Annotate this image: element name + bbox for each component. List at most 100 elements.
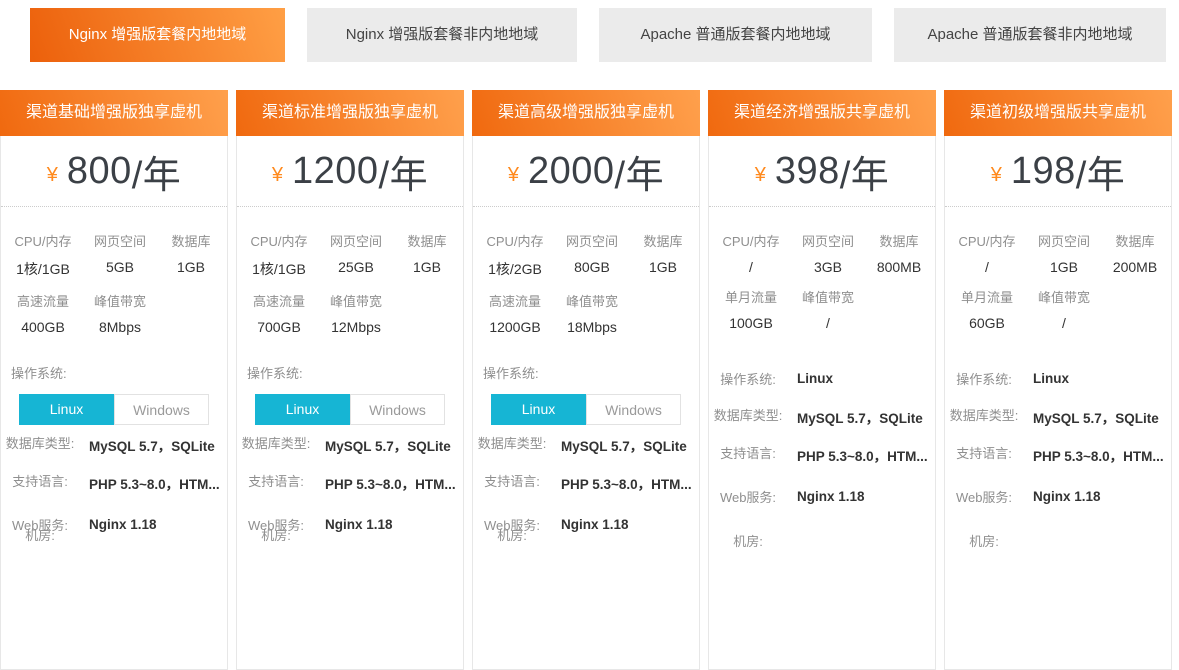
currency-symbol: ¥ — [991, 164, 1002, 187]
detail-value: PHP 5.3~8.0，HTM... — [1023, 445, 1171, 465]
detail-label: 机房: — [945, 533, 1023, 551]
os-option-linux[interactable]: Linux — [19, 394, 114, 425]
detail-row: 机房: — [709, 533, 935, 551]
currency-symbol: ¥ — [272, 164, 283, 187]
price-amount: 398 — [775, 150, 840, 193]
os-option-windows[interactable]: Windows — [586, 394, 681, 425]
tab-nginx-enhanced-mainland[interactable]: Nginx 增强版套餐内地地域 — [30, 8, 285, 62]
spec-value: 60GB — [951, 315, 1023, 331]
currency-symbol: ¥ — [508, 164, 519, 187]
detail-label: 机房: — [473, 527, 551, 545]
spec-grid: CPU/内存/ 网页空间3GB 数据库800MB 单月流量100GB 峰值带宽/ — [709, 207, 935, 357]
os-toggle: Linux Windows — [19, 394, 227, 425]
spec-value: 3GB — [787, 259, 869, 275]
plan-title: 渠道经济增强版共享虚机 — [708, 90, 936, 136]
spec-value: 800MB — [869, 259, 929, 275]
price-suffix: /年 — [379, 144, 429, 199]
spec-value: / — [787, 315, 869, 331]
spec-value: 1200GB — [479, 319, 551, 335]
tab-apache-standard-mainland[interactable]: Apache 普通版套餐内地地域 — [599, 8, 872, 62]
detail-value: Nginx 1.18 — [79, 517, 227, 532]
detail-value: MySQL 5.7，SQLite — [1023, 407, 1171, 427]
detail-value: PHP 5.3~8.0，HTM... — [787, 445, 935, 465]
spec-value: 80GB — [551, 259, 633, 275]
detail-row: 支持语言: PHP 5.3~8.0，HTM... — [473, 473, 699, 493]
spec-value: 700GB — [243, 319, 315, 335]
plan-title: 渠道标准增强版独享虚机 — [236, 90, 464, 136]
os-toggle: Linux Windows — [491, 394, 699, 425]
spec-value: 1GB — [397, 259, 457, 275]
detail-label: 数据库类型: — [1, 435, 79, 453]
detail-value: PHP 5.3~8.0，HTM... — [551, 473, 699, 493]
os-option-linux[interactable]: Linux — [255, 394, 350, 425]
detail-label: 数据库类型: — [709, 407, 787, 425]
spec-label: 数据库 — [161, 231, 221, 250]
detail-row: 机房: — [945, 533, 1171, 551]
detail-row: 支持语言: PHP 5.3~8.0，HTM... — [1, 473, 227, 493]
spec-label: 单月流量 — [951, 287, 1023, 306]
spec-value: 1核/2GB — [479, 259, 551, 279]
detail-label: 支持语言: — [709, 445, 787, 463]
detail-label: 支持语言: — [945, 445, 1023, 463]
detail-label: Web服务: — [945, 489, 1023, 507]
spec-value: 1核/1GB — [243, 259, 315, 279]
plan-card-standard: 渠道标准增强版独享虚机 ¥ 1200 /年 CPU/内存1核/1GB 网页空间2… — [236, 90, 464, 670]
os-label: 操作系统: — [237, 363, 463, 382]
spec-label: 网页空间 — [787, 231, 869, 250]
os-row: 操作系统: Linux — [945, 371, 1171, 389]
plan-price: ¥ 198 /年 — [945, 136, 1171, 207]
plan-title: 渠道高级增强版独享虚机 — [472, 90, 700, 136]
plan-title: 渠道基础增强版独享虚机 — [0, 90, 228, 136]
detail-label: 机房: — [237, 527, 315, 545]
spec-value: / — [951, 259, 1023, 275]
detail-value: MySQL 5.7，SQLite — [551, 435, 699, 455]
spec-value: 1GB — [1023, 259, 1105, 275]
tab-nginx-enhanced-overseas[interactable]: Nginx 增强版套餐非内地地域 — [307, 8, 577, 62]
spec-label: 单月流量 — [715, 287, 787, 306]
plan-card-advanced: 渠道高级增强版独享虚机 ¥ 2000 /年 CPU/内存1核/2GB 网页空间8… — [472, 90, 700, 670]
os-value: Linux — [787, 371, 935, 386]
detail-value: MySQL 5.7，SQLite — [315, 435, 463, 455]
detail-value: Nginx 1.18 — [787, 489, 935, 504]
plan-price: ¥ 1200 /年 — [237, 136, 463, 207]
spec-label: 高速流量 — [243, 291, 315, 310]
spec-value: 1核/1GB — [7, 259, 79, 279]
currency-symbol: ¥ — [47, 164, 58, 187]
price-suffix: /年 — [615, 144, 665, 199]
price-amount: 1200 — [292, 150, 379, 193]
spec-label: 峰值带宽 — [315, 291, 397, 310]
spec-value: 200MB — [1105, 259, 1165, 275]
detail-label: 数据库类型: — [237, 435, 315, 453]
detail-row: 数据库类型: MySQL 5.7，SQLite — [473, 435, 699, 455]
spec-label: CPU/内存 — [951, 231, 1023, 250]
spec-value: 25GB — [315, 259, 397, 275]
tab-apache-standard-overseas[interactable]: Apache 普通版套餐非内地地域 — [894, 8, 1166, 62]
price-amount: 198 — [1011, 150, 1076, 193]
spec-value: / — [715, 259, 787, 275]
currency-symbol: ¥ — [755, 164, 766, 187]
spec-value: 12Mbps — [315, 319, 397, 335]
spec-value: 1GB — [633, 259, 693, 275]
pricing-tabs: Nginx 增强版套餐内地地域 Nginx 增强版套餐非内地地域 Apache … — [30, 8, 1166, 62]
spec-value: 400GB — [7, 319, 79, 335]
os-label: 操作系统: — [473, 363, 699, 382]
os-option-windows[interactable]: Windows — [350, 394, 445, 425]
spec-label: 网页空间 — [315, 231, 397, 250]
spec-label: 峰值带宽 — [79, 291, 161, 310]
plan-card-list: 渠道基础增强版独享虚机 ¥ 800 /年 CPU/内存1核/1GB 网页空间5G… — [0, 90, 1172, 670]
os-value: Linux — [1023, 371, 1171, 386]
spec-label: 高速流量 — [479, 291, 551, 310]
detail-label: 支持语言: — [473, 473, 551, 491]
detail-value: Nginx 1.18 — [1023, 489, 1171, 504]
spec-label: 峰值带宽 — [551, 291, 633, 310]
spec-label: 峰值带宽 — [787, 287, 869, 306]
spec-grid: CPU/内存/ 网页空间1GB 数据库200MB 单月流量60GB 峰值带宽/ — [945, 207, 1171, 357]
price-amount: 800 — [67, 150, 132, 193]
spec-label: 峰值带宽 — [1023, 287, 1105, 306]
detail-value: PHP 5.3~8.0，HTM... — [79, 473, 227, 493]
os-option-linux[interactable]: Linux — [491, 394, 586, 425]
detail-row: 数据库类型: MySQL 5.7，SQLite — [945, 407, 1171, 427]
plan-card-economy: 渠道经济增强版共享虚机 ¥ 398 /年 CPU/内存/ 网页空间3GB 数据库… — [708, 90, 936, 670]
os-option-windows[interactable]: Windows — [114, 394, 209, 425]
plan-card-entry: 渠道初级增强版共享虚机 ¥ 198 /年 CPU/内存/ 网页空间1GB 数据库… — [944, 90, 1172, 670]
